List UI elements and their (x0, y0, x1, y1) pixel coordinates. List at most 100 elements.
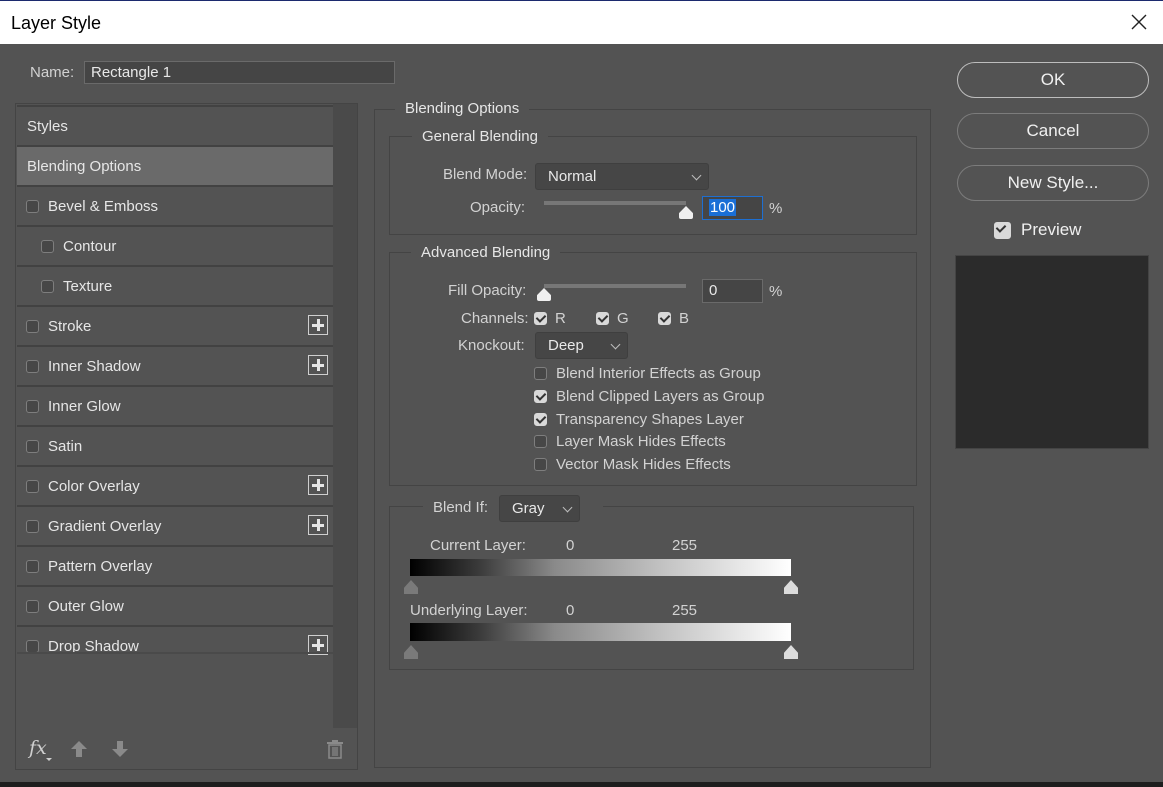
checkbox-box[interactable] (596, 312, 609, 325)
blend-if-dropdown[interactable]: Gray (499, 495, 580, 522)
channel-label: B (679, 310, 690, 327)
new-style-button[interactable]: New Style... (957, 165, 1149, 201)
current-layer-label: Current Layer: (430, 537, 526, 554)
style-item-checkbox[interactable] (26, 319, 39, 333)
option-label: Blend Interior Effects as Group (556, 365, 761, 382)
style-item-contour[interactable]: Contour (17, 225, 333, 265)
option-vector-mask-hides-effects-checkbox[interactable]: Vector Mask Hides Effects (534, 456, 731, 473)
option-transparency-shapes-layer-checkbox[interactable]: Transparency Shapes Layer (534, 411, 744, 428)
style-item-gradient-overlay[interactable]: Gradient Overlay (17, 505, 333, 545)
channel-label: G (617, 310, 629, 327)
style-item-color-overlay[interactable]: Color Overlay (17, 465, 333, 505)
style-item-label: Color Overlay (48, 477, 140, 495)
style-item-blending-options[interactable]: Blending Options (17, 145, 333, 185)
opacity-slider-thumb[interactable] (679, 206, 693, 219)
style-item-bevel-emboss[interactable]: Bevel & Emboss (17, 185, 333, 225)
style-item-checkbox[interactable] (26, 399, 39, 413)
style-item-checkbox[interactable] (41, 239, 54, 253)
style-item-label: Stroke (48, 317, 92, 335)
close-x-icon[interactable] (1129, 12, 1149, 32)
style-item-checkbox[interactable] (26, 199, 39, 213)
underlying-layer-low-value: 0 (566, 602, 575, 619)
style-item-label: Contour (63, 237, 117, 255)
styles-header-label: Styles (27, 117, 68, 135)
checkbox-box[interactable] (534, 389, 547, 403)
opacity-slider-track[interactable] (544, 201, 686, 205)
move-up-arrow-icon[interactable] (70, 740, 88, 762)
checkbox-box[interactable] (534, 367, 547, 380)
style-item-drop-shadow[interactable]: Drop Shadow (17, 625, 333, 665)
preview-label: Preview (1021, 220, 1082, 239)
style-item-stroke[interactable]: Stroke (17, 305, 333, 345)
channel-b-checkbox[interactable]: B (658, 310, 689, 327)
option-blend-clipped-layers-as-group-checkbox[interactable]: Blend Clipped Layers as Group (534, 388, 764, 405)
styles-header[interactable]: Styles (17, 105, 333, 145)
window-bottom-edge (0, 782, 1163, 787)
styles-list: Styles Blending Options Bevel & Emboss Con… (17, 105, 333, 665)
title-bar (0, 1, 1163, 44)
add-effect-plus-icon[interactable] (308, 355, 328, 375)
add-effect-plus-icon[interactable] (308, 315, 328, 335)
blend-mode-dropdown[interactable]: Normal (535, 163, 709, 190)
blend-mode-value: Normal (548, 168, 597, 185)
preview-checkbox[interactable]: Preview (994, 220, 1081, 240)
blend-if-group (389, 506, 914, 670)
opacity-value: 100 (709, 199, 737, 216)
checkbox-box[interactable] (534, 412, 547, 426)
style-item-inner-glow[interactable]: Inner Glow (17, 385, 333, 425)
style-item-checkbox[interactable] (26, 559, 39, 573)
fill-opacity-input[interactable]: 0 (702, 279, 763, 303)
add-effect-plus-icon[interactable] (308, 475, 328, 495)
channels-label: Channels: (461, 310, 529, 327)
fx-menu-icon[interactable]: fx (29, 737, 47, 759)
chevron-down-icon (610, 339, 621, 350)
style-item-checkbox[interactable] (26, 479, 39, 493)
style-item-outer-glow[interactable]: Outer Glow (17, 585, 333, 625)
style-item-label: Bevel & Emboss (48, 197, 159, 215)
underlying-layer-label: Underlying Layer: (410, 602, 528, 619)
checkbox-box[interactable] (534, 458, 547, 471)
add-effect-plus-icon[interactable] (308, 515, 328, 535)
opacity-input[interactable]: 100 (702, 196, 763, 220)
styles-scrollbar[interactable] (333, 104, 357, 728)
style-item-checkbox[interactable] (26, 359, 39, 373)
channel-r-checkbox[interactable]: R (534, 310, 566, 327)
fill-opacity-percent-label: % (769, 283, 783, 300)
fill-opacity-slider-track[interactable] (544, 284, 686, 288)
option-label: Blend Clipped Layers as Group (556, 387, 765, 405)
underlying-layer-high-value: 255 (672, 602, 698, 619)
checkbox-box[interactable] (534, 312, 547, 325)
style-item-checkbox[interactable] (26, 519, 39, 533)
layer-name-input[interactable]: Rectangle 1 (84, 61, 395, 84)
list-divider (17, 652, 333, 654)
move-down-arrow-icon[interactable] (111, 740, 129, 762)
style-item-checkbox[interactable] (26, 599, 39, 613)
preview-checkbox-box[interactable] (994, 221, 1011, 239)
option-blend-interior-effects-as-group-checkbox[interactable]: Blend Interior Effects as Group (534, 365, 761, 382)
underlying-layer-gradient-bar (410, 623, 791, 641)
current-layer-gradient-bar (410, 559, 791, 576)
style-item-checkbox[interactable] (26, 639, 39, 653)
opacity-label: Opacity: (470, 199, 526, 216)
style-item-texture[interactable]: Texture (17, 265, 333, 305)
blend-if-label: Blend If: (433, 499, 489, 516)
style-item-checkbox[interactable] (41, 279, 54, 293)
style-item-pattern-overlay[interactable]: Pattern Overlay (17, 545, 333, 585)
trash-icon[interactable] (326, 739, 344, 763)
option-layer-mask-hides-effects-checkbox[interactable]: Layer Mask Hides Effects (534, 433, 726, 450)
knockout-dropdown[interactable]: Deep (535, 332, 628, 359)
cancel-button[interactable]: Cancel (957, 113, 1149, 149)
style-item-inner-shadow[interactable]: Inner Shadow (17, 345, 333, 385)
style-item-checkbox[interactable] (26, 439, 39, 453)
style-item-satin[interactable]: Satin (17, 425, 333, 465)
style-item-label: Texture (63, 277, 113, 295)
option-label: Vector Mask Hides Effects (556, 456, 731, 473)
current-layer-high-value: 255 (672, 537, 698, 554)
checkbox-box[interactable] (534, 435, 547, 449)
fill-opacity-slider-thumb[interactable] (537, 288, 551, 301)
checkbox-box[interactable] (658, 312, 671, 325)
blend-mode-label: Blend Mode: (443, 166, 528, 183)
ok-button[interactable]: OK (957, 62, 1149, 98)
style-item-label: Pattern Overlay (48, 557, 153, 575)
channel-g-checkbox[interactable]: G (596, 310, 629, 327)
